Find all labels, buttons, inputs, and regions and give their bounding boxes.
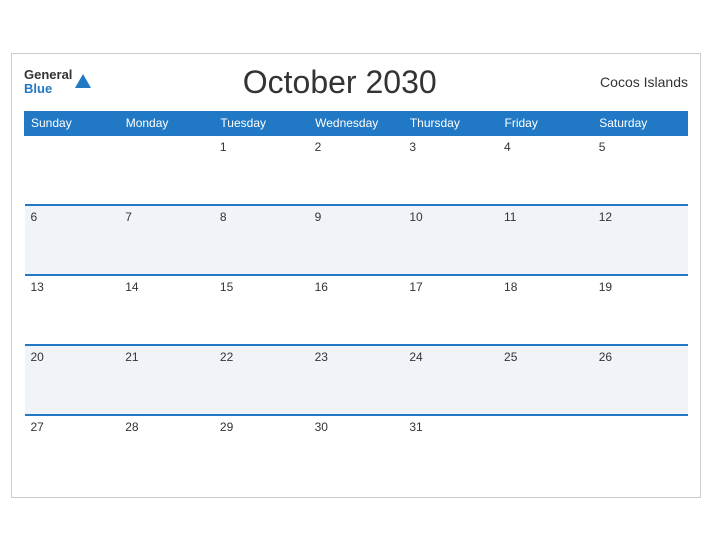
- weekday-wednesday: Wednesday: [309, 111, 404, 135]
- day-number: 20: [31, 350, 44, 364]
- weekday-monday: Monday: [119, 111, 214, 135]
- weekday-row: Sunday Monday Tuesday Wednesday Thursday…: [25, 111, 688, 135]
- day-number: 7: [125, 210, 132, 224]
- day-number: 11: [504, 210, 516, 224]
- logo-triangle-icon: [75, 74, 91, 88]
- calendar-day-cell: 9: [309, 205, 404, 275]
- day-number: 29: [220, 420, 233, 434]
- weekday-thursday: Thursday: [403, 111, 498, 135]
- calendar-region: Cocos Islands: [588, 74, 688, 90]
- calendar-day-cell: 17: [403, 275, 498, 345]
- day-number: 27: [31, 420, 44, 434]
- day-number: 21: [125, 350, 138, 364]
- logo-text: General Blue: [24, 68, 72, 97]
- weekday-sunday: Sunday: [25, 111, 120, 135]
- day-number: 25: [504, 350, 517, 364]
- calendar-day-cell: 21: [119, 345, 214, 415]
- day-number: 26: [599, 350, 612, 364]
- calendar-day-cell: 27: [25, 415, 120, 485]
- day-number: 12: [599, 210, 612, 224]
- day-number: 17: [409, 280, 422, 294]
- calendar-day-cell: 14: [119, 275, 214, 345]
- calendar-day-cell: [119, 135, 214, 205]
- logo: General Blue: [24, 68, 91, 97]
- day-number: 8: [220, 210, 227, 224]
- calendar-header: General Blue October 2030 Cocos Islands: [24, 64, 688, 101]
- calendar-day-cell: 28: [119, 415, 214, 485]
- day-number: 16: [315, 280, 328, 294]
- calendar-day-cell: 29: [214, 415, 309, 485]
- day-number: 9: [315, 210, 322, 224]
- calendar-day-cell: [593, 415, 688, 485]
- day-number: 31: [409, 420, 422, 434]
- calendar-container: General Blue October 2030 Cocos Islands …: [11, 53, 701, 498]
- calendar-week-row: 20 21 22 23 24 25 26: [25, 345, 688, 415]
- calendar-day-cell: 5: [593, 135, 688, 205]
- day-number: 13: [31, 280, 44, 294]
- calendar-title: October 2030: [243, 64, 437, 101]
- day-number: 23: [315, 350, 328, 364]
- calendar-day-cell: 19: [593, 275, 688, 345]
- calendar-day-cell: 30: [309, 415, 404, 485]
- calendar-day-cell: 4: [498, 135, 593, 205]
- weekday-tuesday: Tuesday: [214, 111, 309, 135]
- day-number: 6: [31, 210, 38, 224]
- calendar-day-cell: 13: [25, 275, 120, 345]
- calendar-day-cell: 26: [593, 345, 688, 415]
- calendar-day-cell: 23: [309, 345, 404, 415]
- calendar-weekdays: Sunday Monday Tuesday Wednesday Thursday…: [25, 111, 688, 135]
- day-number: 2: [315, 140, 322, 154]
- calendar-week-row: 6 7 8 9 10 11 12: [25, 205, 688, 275]
- day-number: 18: [504, 280, 517, 294]
- calendar-day-cell: 20: [25, 345, 120, 415]
- calendar-week-row: 13 14 15 16 17 18 19: [25, 275, 688, 345]
- calendar-day-cell: 22: [214, 345, 309, 415]
- calendar-day-cell: 2: [309, 135, 404, 205]
- day-number: 5: [599, 140, 606, 154]
- calendar-day-cell: 3: [403, 135, 498, 205]
- calendar-day-cell: 8: [214, 205, 309, 275]
- logo-blue: Blue: [24, 82, 72, 96]
- calendar-day-cell: 11: [498, 205, 593, 275]
- day-number: 24: [409, 350, 422, 364]
- calendar-day-cell: 15: [214, 275, 309, 345]
- calendar-day-cell: 7: [119, 205, 214, 275]
- calendar-day-cell: [25, 135, 120, 205]
- calendar-day-cell: 18: [498, 275, 593, 345]
- day-number: 15: [220, 280, 233, 294]
- calendar-body: 1234567891011121314151617181920212223242…: [25, 135, 688, 485]
- day-number: 22: [220, 350, 233, 364]
- calendar-day-cell: 16: [309, 275, 404, 345]
- calendar-day-cell: 25: [498, 345, 593, 415]
- calendar-day-cell: 12: [593, 205, 688, 275]
- calendar-week-row: 1 2 3 4 5: [25, 135, 688, 205]
- calendar-day-cell: 6: [25, 205, 120, 275]
- calendar-day-cell: 24: [403, 345, 498, 415]
- day-number: 30: [315, 420, 328, 434]
- weekday-saturday: Saturday: [593, 111, 688, 135]
- calendar-day-cell: 10: [403, 205, 498, 275]
- day-number: 28: [125, 420, 138, 434]
- day-number: 1: [220, 140, 227, 154]
- day-number: 10: [409, 210, 422, 224]
- calendar-day-cell: 31: [403, 415, 498, 485]
- calendar-week-row: 27 28 29 30 31: [25, 415, 688, 485]
- calendar-day-cell: [498, 415, 593, 485]
- weekday-friday: Friday: [498, 111, 593, 135]
- logo-general: General: [24, 68, 72, 82]
- day-number: 14: [125, 280, 138, 294]
- day-number: 3: [409, 140, 416, 154]
- day-number: 4: [504, 140, 511, 154]
- day-number: 19: [599, 280, 612, 294]
- calendar-grid: Sunday Monday Tuesday Wednesday Thursday…: [24, 111, 688, 485]
- calendar-day-cell: 1: [214, 135, 309, 205]
